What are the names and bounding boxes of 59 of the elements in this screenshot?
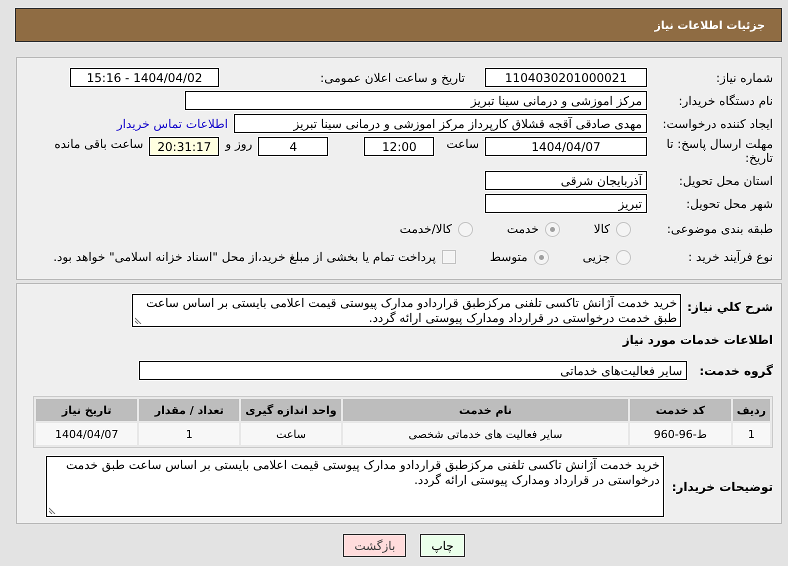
radio-label: جزیی (582, 250, 610, 264)
column-header: کد خدمت (630, 399, 731, 421)
field-label: طبقه بندی موضوعی: (666, 222, 773, 236)
column-header: ردیف (732, 399, 770, 421)
time-label: ساعت (446, 137, 479, 151)
remaining-time-field: 20:31:17 (149, 137, 220, 156)
deadline-date-field: 1404/04/07 (485, 137, 647, 156)
field-label: شرح کلي نياز: (687, 300, 773, 314)
radio-label: خدمت (506, 222, 539, 236)
resize-grip-icon[interactable] (48, 507, 56, 514)
payment-checkbox[interactable] (442, 250, 456, 264)
radio-label: کالا (594, 222, 610, 236)
buyer-contact-link[interactable]: اطلاعات تماس خریدار (116, 116, 228, 130)
remaining-label: ساعت باقی مانده (54, 137, 144, 151)
field-label: ایجاد کننده درخواست: (661, 116, 773, 130)
field-label: شهر محل تحویل: (685, 196, 773, 210)
summary-field: خرید خدمت آژانش تاکسی تلفنی مرکزطبق قراردادو مدارک پیوستی قیمت اعلامی بایستی بر اساس ساعت طبق خدمت درخواستی در قرارداد ومدارک پیوستی ارائه گردد. (132, 294, 682, 327)
page-title: جزئیات اطلاعات نیاز (654, 18, 765, 32)
need-number-field: 1104030201000021 (485, 68, 647, 87)
radio-button[interactable] (458, 222, 473, 236)
announce-date-field: 1404/04/02 - 15:16 (70, 68, 219, 87)
creator-field: مهدی صادقی آقجه قشلاق کارپرداز مرکز اموزشی و درمانی سینا تبریز (234, 114, 647, 133)
days-label: روز و (225, 137, 252, 151)
column-header: تاریخ نیاز (36, 399, 138, 421)
field-label: استان محل تحویل: (678, 174, 773, 188)
radio-label: متوسط (490, 250, 528, 264)
field-label: نوع فرآیند خرید : (687, 250, 773, 264)
field-label: تاریخ و ساعت اعلان عمومی: (319, 70, 466, 84)
service-group-field: سایر فعالیت‌های خدماتی (139, 361, 688, 380)
days-field: 4 (258, 137, 328, 156)
section-heading: اطلاعات خدمات مورد نیاز (621, 333, 773, 347)
table-cell: سایر فعالیت های خدماتی شخصی (342, 423, 628, 445)
column-header: واحد اندازه گیری (241, 399, 341, 421)
field-label: نام دستگاه خریدار: (678, 94, 773, 108)
column-header: تعداد / مقدار (139, 399, 240, 421)
city-field: تبریز (485, 194, 647, 213)
column-header: نام خدمت (342, 399, 628, 421)
back-button[interactable]: بازگشت (343, 534, 406, 557)
deadline-time-field: 12:00 (364, 137, 434, 156)
province-field: آذربایجان شرقی (485, 171, 647, 190)
field-label: توضیحات خریدار: (672, 480, 773, 494)
table-cell: 1 (732, 423, 770, 445)
print-button[interactable]: چاپ (420, 534, 465, 557)
radio-button[interactable] (534, 250, 549, 264)
field-label: گروه خدمت: (699, 364, 773, 378)
field-label: مهلت ارسال پاسخ: تا تاریخ: (665, 137, 773, 165)
table-cell: 1404/04/07 (36, 423, 138, 445)
field-label: شماره نیاز: (715, 70, 773, 84)
radio-button[interactable] (616, 250, 631, 264)
table-cell: 1 (139, 423, 240, 445)
radio-button[interactable] (616, 222, 631, 236)
table-cell: ط-96-960 (630, 423, 731, 445)
radio-button[interactable] (544, 222, 560, 236)
resize-grip-icon[interactable] (135, 317, 142, 324)
payment-note: پرداخت تمام یا بخشی از مبلغ خرید،از محل "اسناد خزانه اسلامی" خواهد بود. (53, 250, 436, 264)
radio-label: کالا/خدمت (400, 222, 452, 236)
table-cell: ساعت (241, 423, 341, 445)
buyer-notes-field: خرید خدمت آژانش تاکسی تلفنی مرکزطبق قراردادو مدارک پیوستی قیمت اعلامی بایستی بر اساس ساعت طبق خدمت درخواستی در قرارداد ومدارک پیوستی ارائه گردد. (46, 456, 664, 517)
buyer-org-field: مرکز اموزشی و درمانی سینا تبریز (185, 91, 647, 110)
